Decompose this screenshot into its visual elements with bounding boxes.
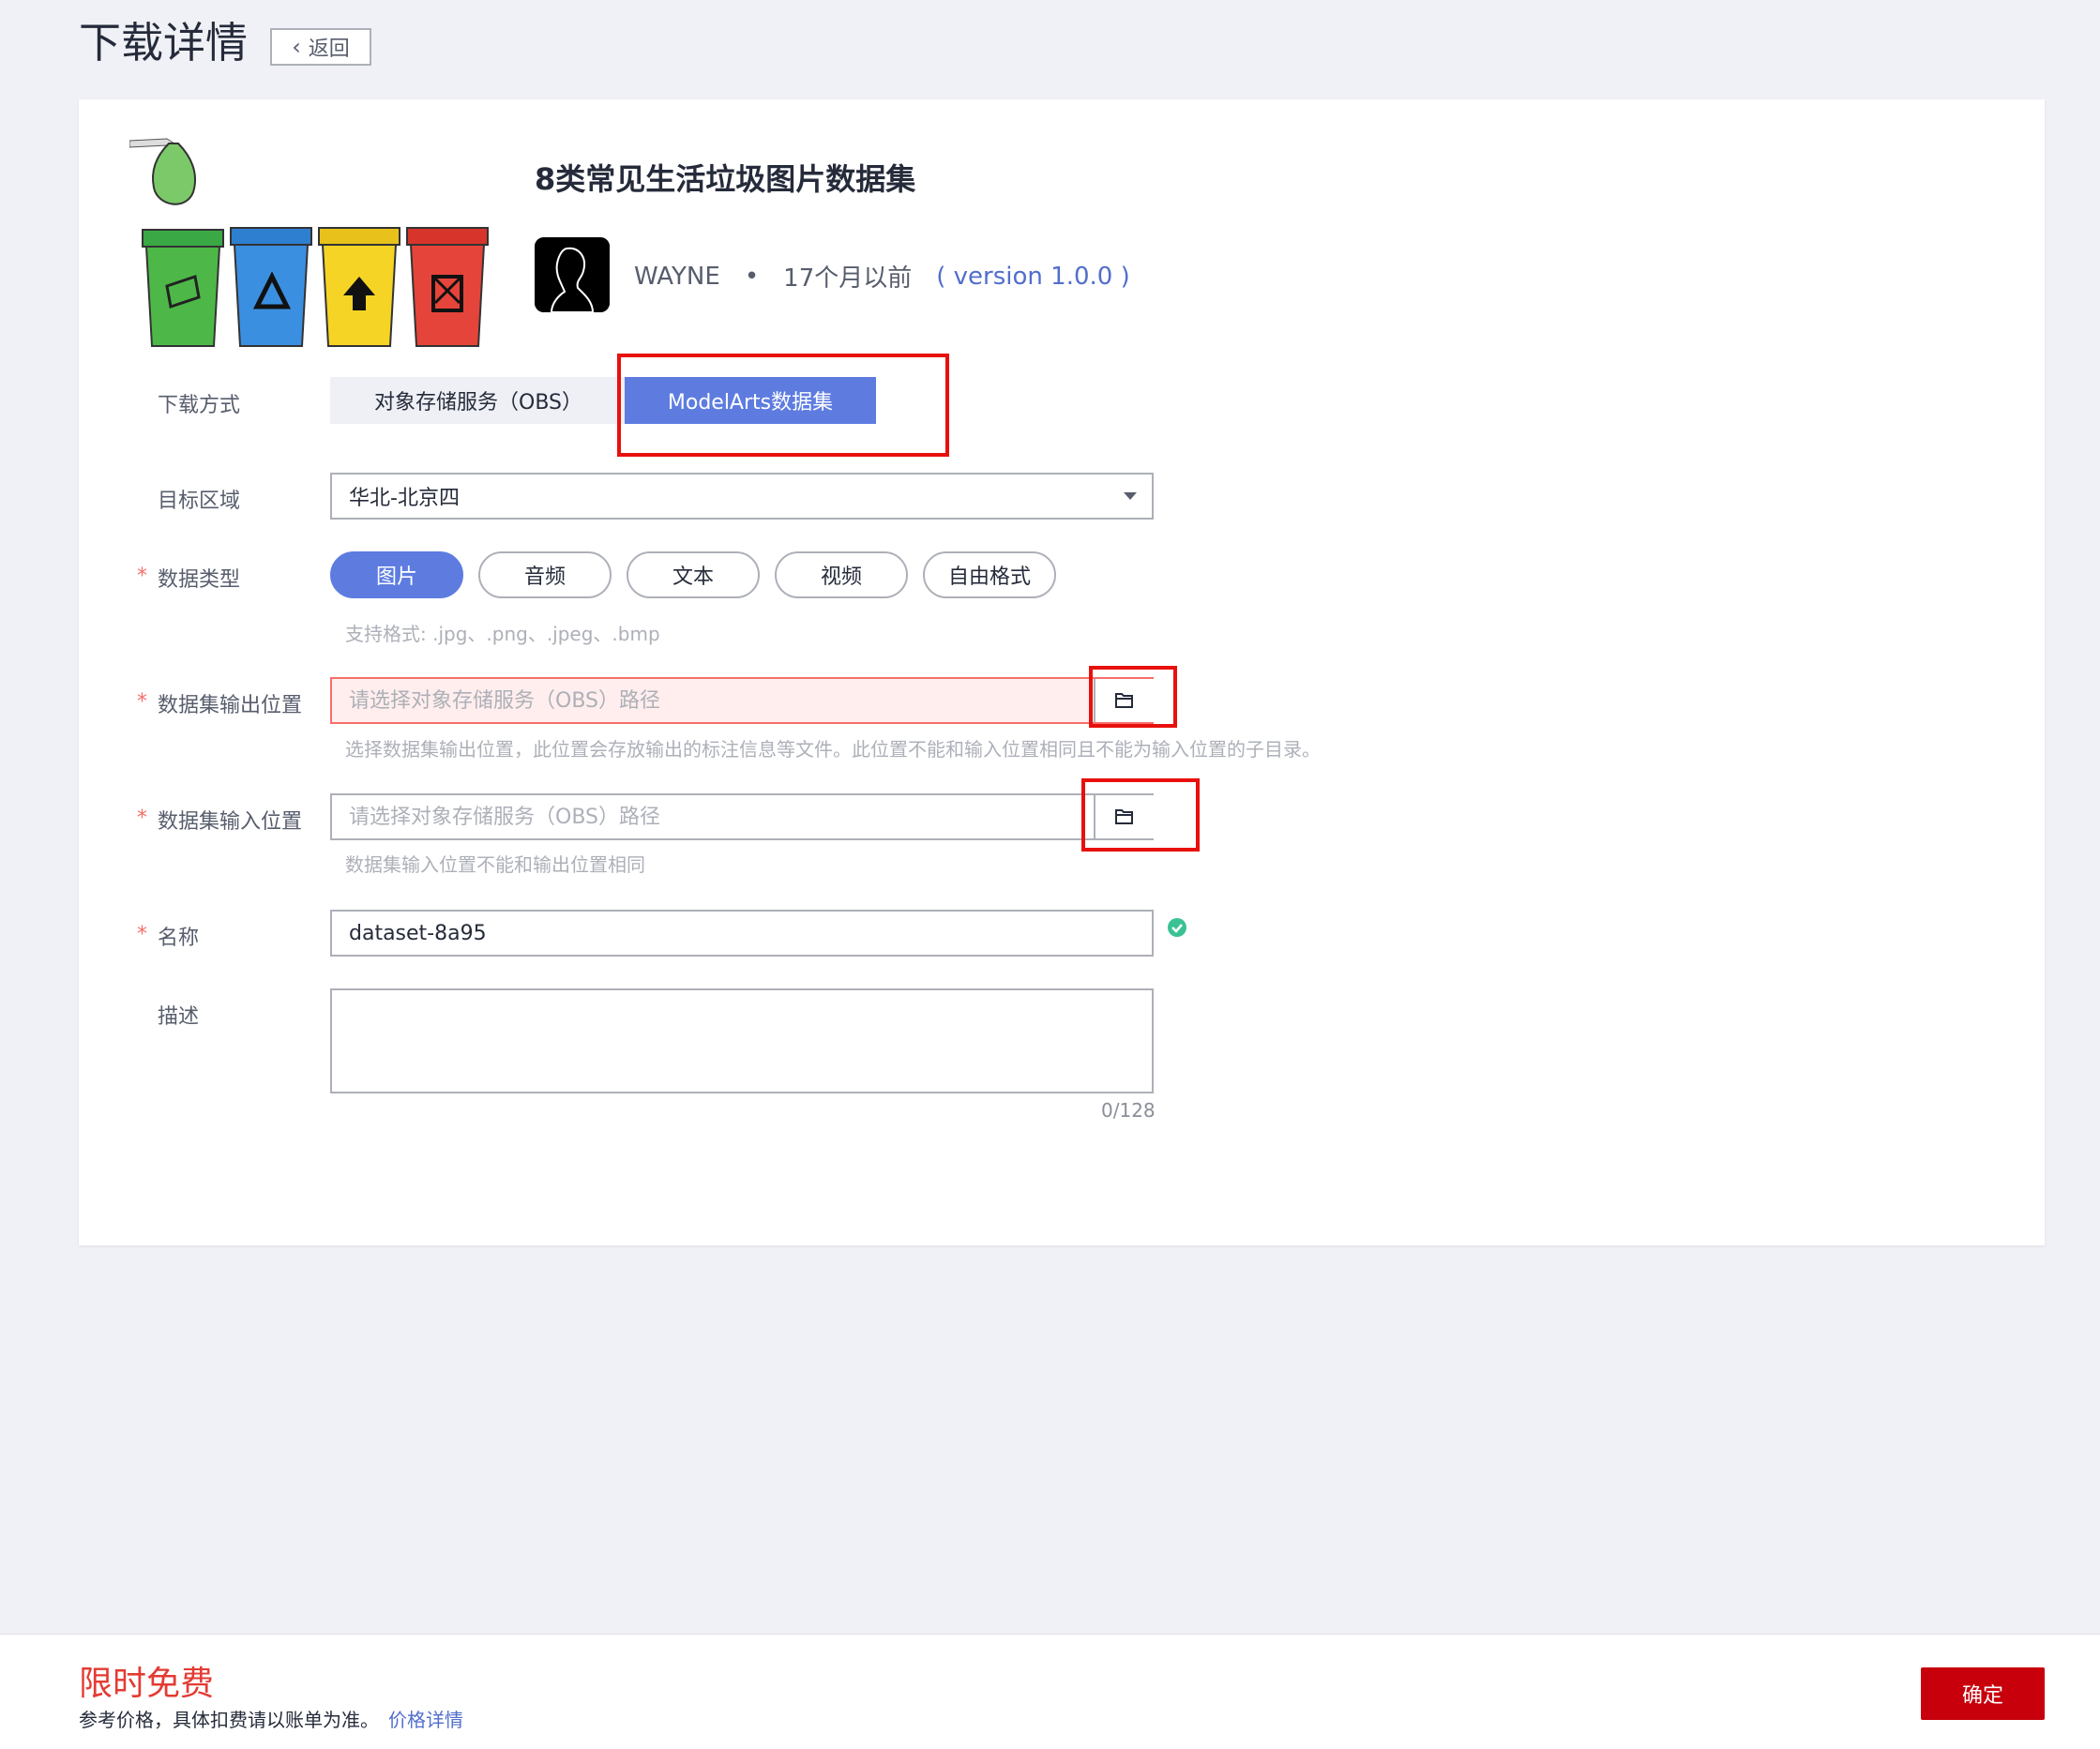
data-type-text[interactable]: 文本 <box>627 551 760 598</box>
price-detail-link[interactable]: 价格详情 <box>388 1709 463 1731</box>
back-button-label: 返回 <box>308 38 350 61</box>
name-input[interactable] <box>330 910 1154 957</box>
required-mark: * <box>137 807 147 830</box>
free-price-label: 限时免费 <box>79 1665 215 1703</box>
name-label-text: 名称 <box>158 927 200 950</box>
back-button[interactable]: ‹ 返回 <box>270 28 371 66</box>
avatar-silhouette-icon <box>535 237 610 312</box>
input-location-label-text: 数据集输入位置 <box>158 810 303 834</box>
data-type-label-text: 数据类型 <box>158 568 241 592</box>
data-type-label: * 数据类型 <box>137 563 241 593</box>
description-char-counter: 0/128 <box>1101 1099 1156 1122</box>
highlight-box-modelarts <box>617 354 949 457</box>
target-region-select[interactable]: 华北-北京四 <box>330 473 1154 520</box>
author-name[interactable]: WAYNE <box>634 263 720 291</box>
output-location-hint: 选择数据集输出位置，此位置会存放输出的标注信息等文件。此位置不能和输入位置相同且… <box>345 738 1321 761</box>
publish-time: 17个月以前 <box>783 264 913 293</box>
description-textarea[interactable] <box>330 988 1154 1093</box>
red-bin-icon <box>406 227 489 347</box>
dataset-meta: WAYNE • 17个月以前 ( version 1.0.0 ) <box>634 259 1130 294</box>
dataset-title: 8类常见生活垃圾图片数据集 <box>535 161 916 197</box>
description-label: 描述 <box>158 1005 200 1029</box>
target-region-label: 目标区域 <box>158 490 241 513</box>
output-location-label-text: 数据集输出位置 <box>158 694 303 717</box>
dataset-cover-image <box>129 138 489 347</box>
yellow-bin-icon <box>318 227 400 347</box>
required-mark: * <box>137 690 147 714</box>
output-location-input[interactable] <box>330 677 1154 724</box>
required-mark: * <box>137 923 147 946</box>
blue-bin-icon <box>230 227 312 347</box>
version-link[interactable]: ( version 1.0.0 ) <box>936 263 1129 291</box>
data-type-audio[interactable]: 音频 <box>478 551 612 598</box>
input-location-hint: 数据集输入位置不能和输出位置相同 <box>345 853 645 876</box>
check-circle-icon <box>1168 918 1186 937</box>
meta-separator: • <box>744 262 760 291</box>
download-method-obs[interactable]: 对象存储服务（OBS） <box>330 377 627 424</box>
highlight-box-output-browse <box>1089 666 1177 728</box>
green-bin-icon <box>142 229 224 347</box>
input-location-label: * 数据集输入位置 <box>137 805 303 835</box>
confirm-button[interactable]: 确定 <box>1921 1667 2045 1720</box>
data-type-video[interactable]: 视频 <box>775 551 908 598</box>
chevron-left-icon: ‹ <box>292 34 301 60</box>
target-region-value: 华北-北京四 <box>349 487 460 510</box>
data-type-free-format[interactable]: 自由格式 <box>923 551 1056 598</box>
input-location-input[interactable] <box>330 793 1154 840</box>
page-title: 下载详情 <box>79 18 249 68</box>
caret-down-icon <box>1124 492 1137 500</box>
highlight-box-input-browse <box>1081 778 1200 852</box>
data-type-image[interactable]: 图片 <box>330 551 463 598</box>
output-location-label: * 数据集输出位置 <box>137 688 303 718</box>
author-avatar <box>535 237 610 312</box>
required-mark: * <box>137 565 147 588</box>
price-reference: 参考价格，具体扣费请以账单为准。 价格详情 <box>79 1705 463 1732</box>
download-method-label: 下载方式 <box>158 394 241 417</box>
name-label: * 名称 <box>137 921 200 951</box>
price-reference-text: 参考价格，具体扣费请以账单为准。 <box>79 1709 379 1731</box>
data-type-hint: 支持格式: .jpg、.png、.jpeg、.bmp <box>345 623 660 645</box>
